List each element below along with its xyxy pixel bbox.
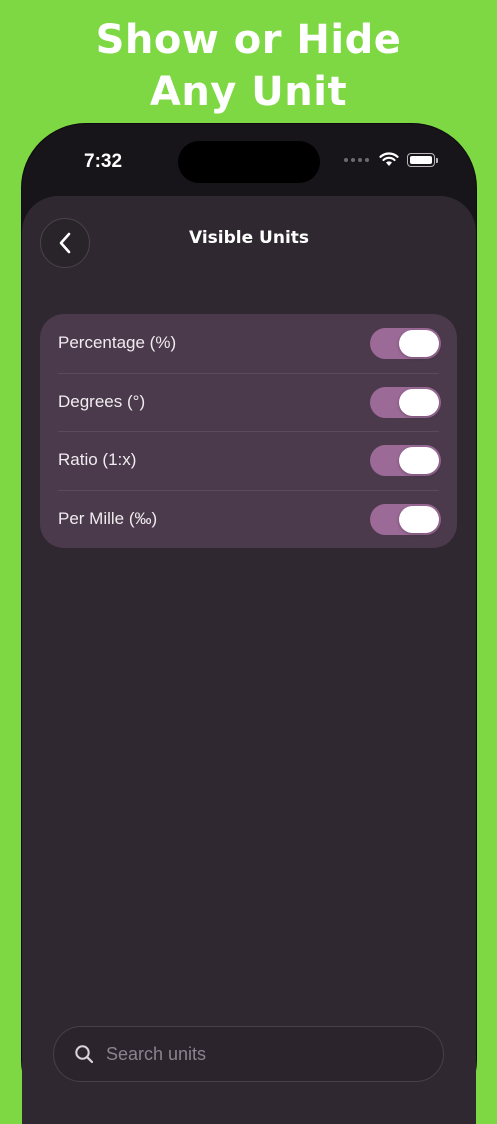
page-title: Visible Units <box>188 228 310 248</box>
search-icon <box>75 1045 94 1064</box>
units-list: Percentage (%) Degrees (°) Ratio (1:x) P… <box>40 314 457 548</box>
toggle-knob <box>399 505 439 533</box>
wifi-icon <box>379 152 399 166</box>
percentage-toggle[interactable] <box>370 328 441 359</box>
dynamic-island <box>178 141 320 183</box>
per-mille-toggle[interactable] <box>370 503 441 535</box>
cellular-dots-icon <box>344 157 369 162</box>
unit-row-per-mille: Per Mille (‰) <box>40 489 457 549</box>
unit-label: Ratio (1:x) <box>58 450 137 470</box>
unit-row-ratio: Ratio (1:x) <box>40 431 457 490</box>
unit-label: Degrees (°) <box>58 391 146 411</box>
status-time: 7:32 <box>84 151 123 172</box>
status-icons <box>344 152 438 167</box>
toggle-knob <box>399 388 439 416</box>
battery-icon <box>407 152 438 167</box>
visible-units-sheet: Visible Units Percentage (%) Degrees (°)… <box>22 196 476 1124</box>
ratio-toggle[interactable] <box>370 445 441 476</box>
search-bar[interactable] <box>53 1026 444 1082</box>
search-input[interactable] <box>106 1043 406 1065</box>
degrees-toggle[interactable] <box>370 386 441 418</box>
promo-headline-line-2: Any Unit <box>149 69 348 115</box>
promo-headline-line-1: Show or Hide <box>95 17 402 63</box>
unit-label: Percentage (%) <box>58 333 177 353</box>
unit-row-degrees: Degrees (°) <box>40 372 457 432</box>
phone-frame: 7:32 Visible Units Percentage (%) Degree… <box>22 124 476 1124</box>
toggle-knob <box>399 330 439 357</box>
unit-label: Per Mille (‰) <box>58 508 158 528</box>
unit-row-percentage: Percentage (%) <box>40 314 457 373</box>
promo-headline: Show or Hide Any Unit <box>0 14 497 118</box>
toggle-knob <box>399 447 439 474</box>
